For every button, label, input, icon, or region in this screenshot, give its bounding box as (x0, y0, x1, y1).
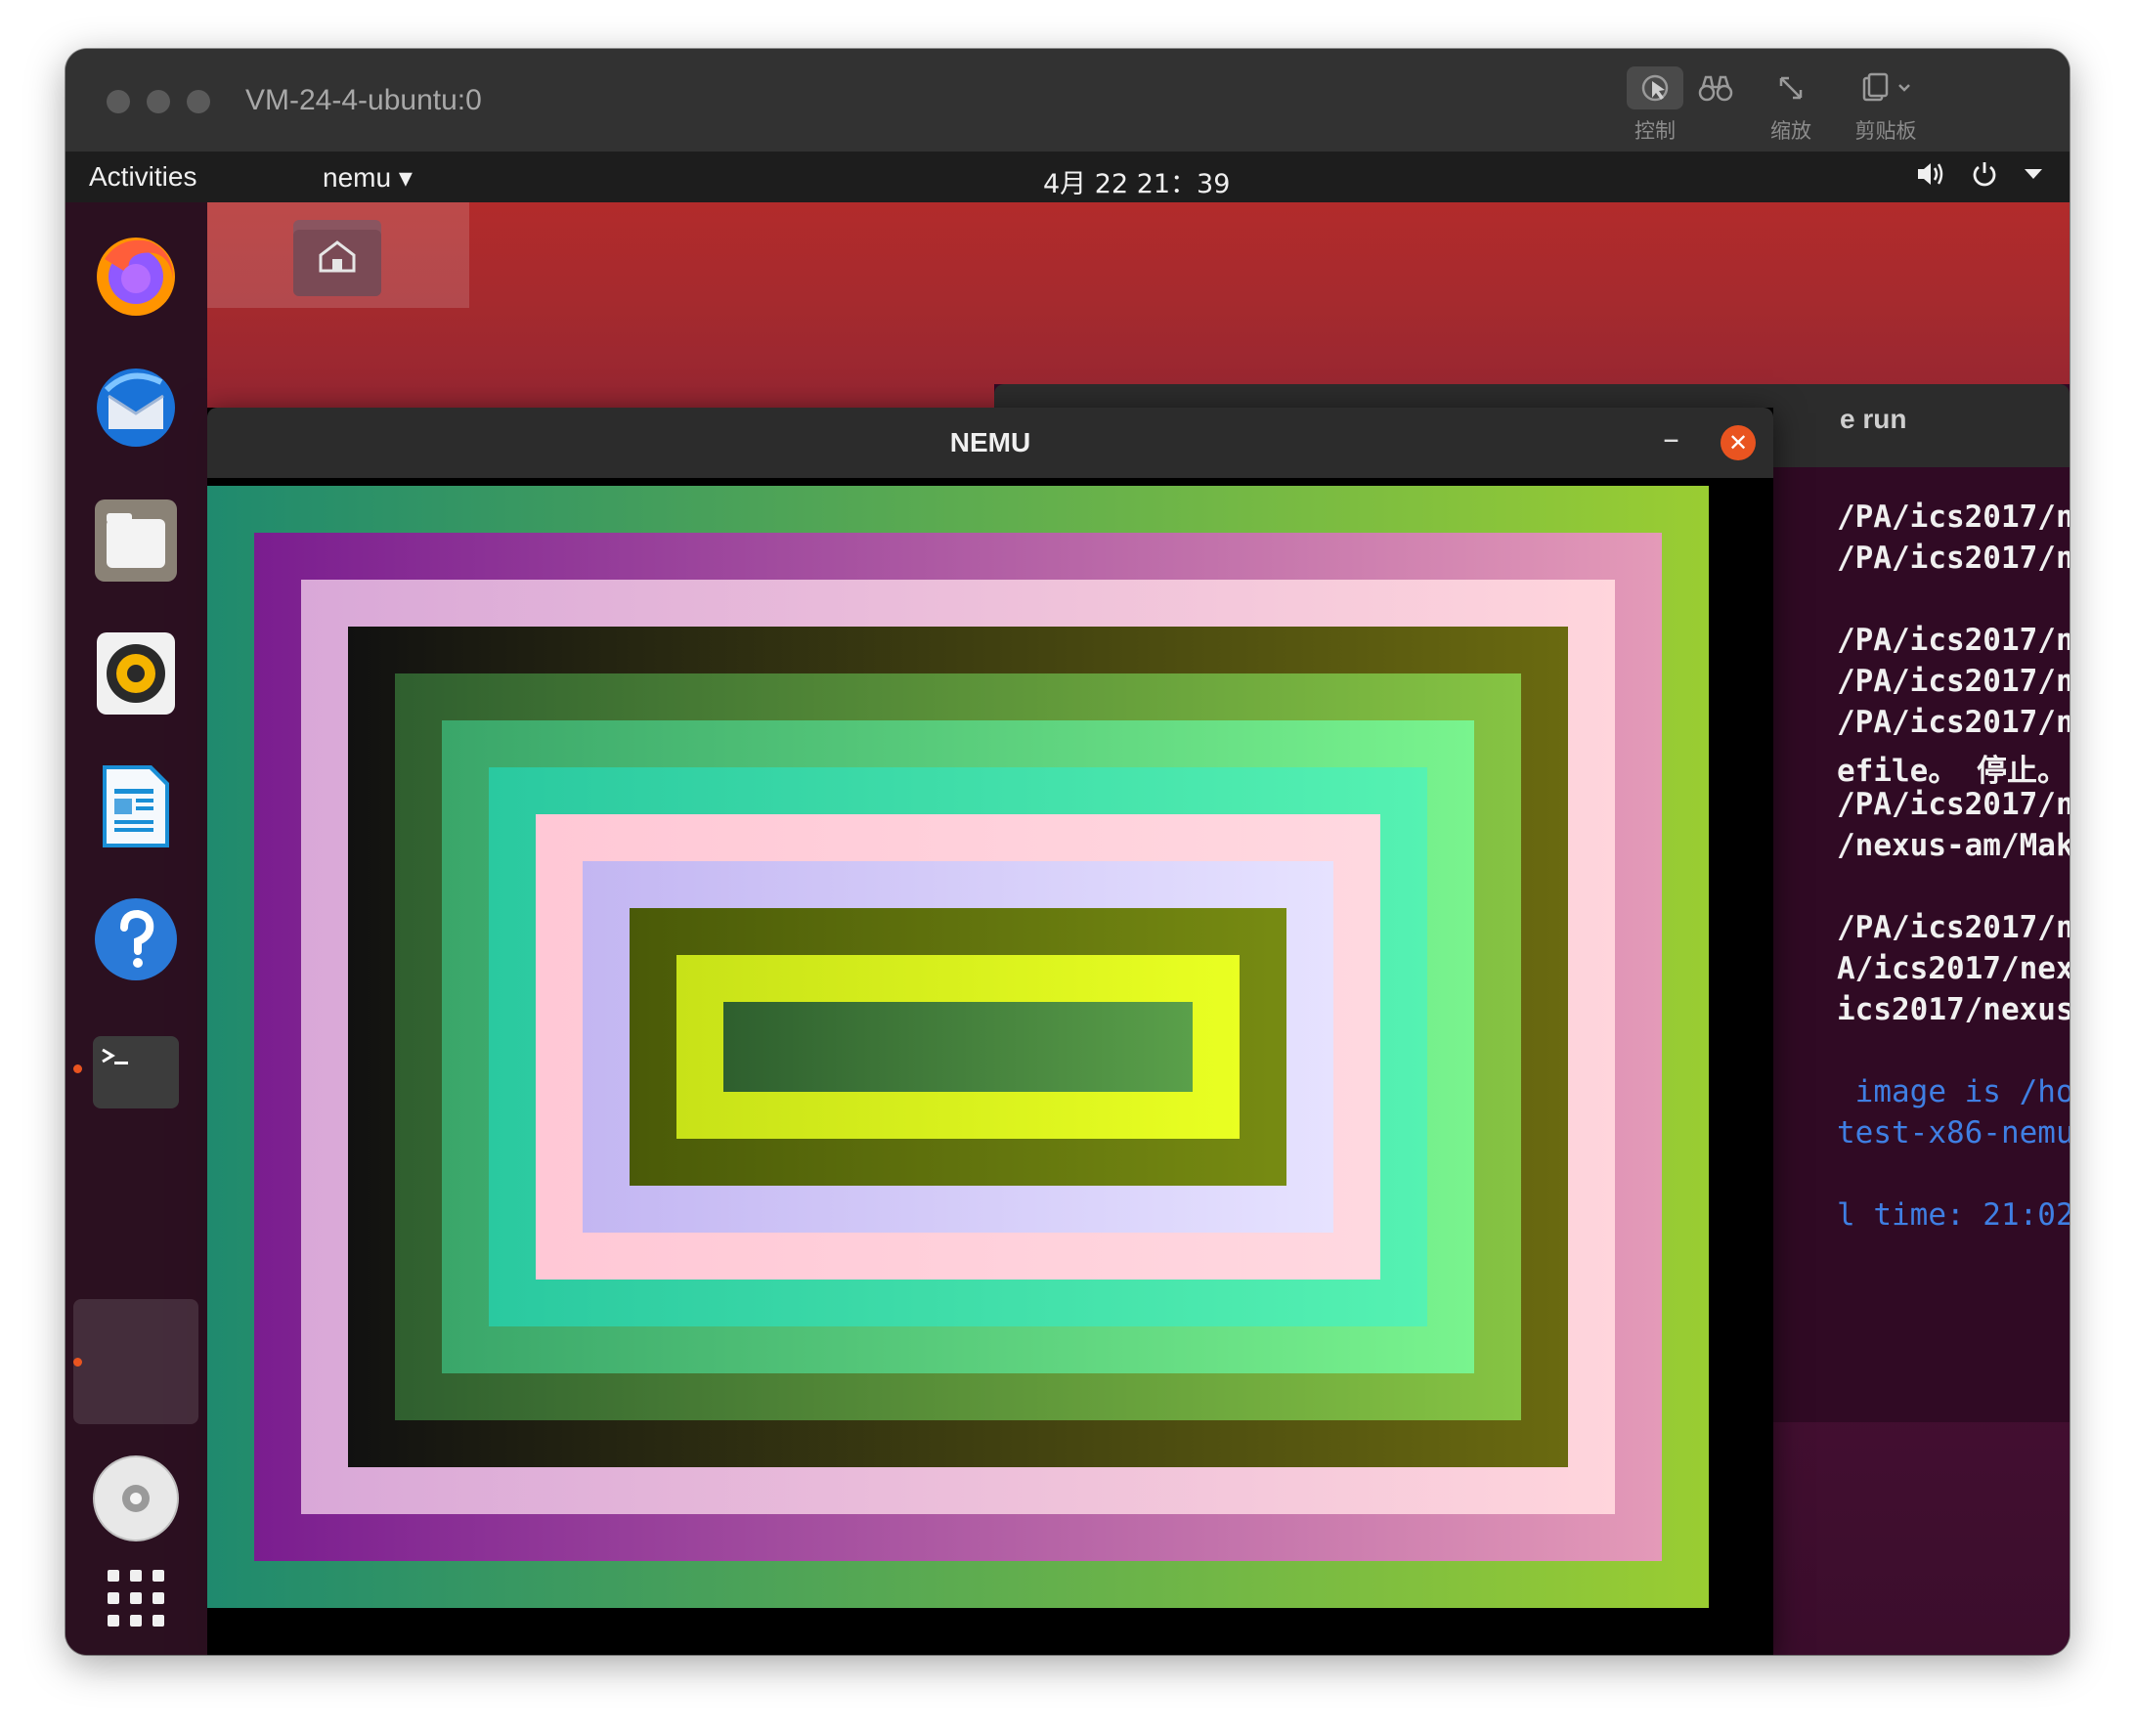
help-icon (95, 898, 177, 980)
app-menu-button[interactable]: nemu ▾ (323, 161, 413, 194)
minimize-button[interactable]: – (1663, 419, 1679, 458)
home-folder-desktop-icon[interactable] (207, 202, 469, 308)
nemu-title: NEMU (949, 427, 1031, 457)
host-window-title: VM-24-4-ubuntu:0 (245, 84, 482, 116)
libreoffice-writer-icon (103, 765, 169, 847)
thunderbird-launcher[interactable] (89, 361, 183, 455)
test-pattern-band (723, 1002, 1193, 1092)
terminal-title: e run (1840, 404, 1907, 434)
home-folder-icon (293, 220, 381, 296)
scale-button[interactable]: 缩放 (1752, 66, 1830, 145)
dvd-icon (93, 1455, 179, 1541)
binoculars-button[interactable] (1677, 66, 1755, 115)
active-app-launcher[interactable] (89, 1315, 183, 1409)
help-launcher[interactable] (89, 892, 183, 986)
terminal-line: efile。 停止。 (1837, 754, 2068, 789)
host-titlebar: VM-24-4-ubuntu:0 控制 缩放 剪贴板 (65, 49, 2070, 152)
files-launcher[interactable] (89, 494, 183, 587)
clipboard-label: 剪贴板 (1854, 119, 1917, 143)
system-tray[interactable] (1915, 159, 2044, 189)
show-applications-button[interactable] (89, 1551, 183, 1645)
dvd-launcher[interactable] (89, 1452, 183, 1545)
terminal-line: A/ics2017/nexus- (1837, 951, 2070, 986)
running-indicator (73, 1064, 82, 1073)
close-traffic-light[interactable] (107, 90, 130, 113)
clock[interactable]: 4月 22 21：39 (1043, 162, 1230, 200)
terminal-line: /PA/ics2017/nexu (1837, 541, 2070, 576)
scale-label: 缩放 (1770, 119, 1811, 143)
nemu-header: NEMU – ✕ (207, 408, 1773, 478)
minimize-traffic-light[interactable] (147, 90, 170, 113)
nemu-window[interactable]: NEMU – ✕ (207, 408, 1773, 1655)
cursor-control-icon (1627, 66, 1683, 109)
running-indicator (73, 1358, 82, 1367)
resize-arrows-icon (1752, 66, 1830, 109)
ubuntu-screen: e run /PA/ics2017/nexu /PA/ics2017/nexu … (65, 152, 2070, 1655)
terminal-line: /PA/ics2017/nexu (1837, 787, 2070, 822)
terminal-line: l time: 21:02:49 (1837, 1197, 2070, 1233)
thunderbird-icon (97, 369, 175, 447)
terminal-line: ics2017/nexus-am (1837, 992, 2070, 1027)
firefox-icon (97, 238, 175, 316)
terminal-launcher[interactable] (89, 1025, 183, 1119)
terminal-icon (93, 1036, 179, 1108)
clipboard-icon (1837, 66, 1935, 109)
close-button[interactable]: ✕ (1721, 425, 1756, 460)
clipboard-button[interactable]: 剪贴板 (1837, 66, 1935, 145)
volume-icon (1918, 163, 1943, 185)
rhythmbox-launcher[interactable] (89, 627, 183, 720)
power-icon (1973, 162, 1996, 187)
dock (65, 202, 207, 1655)
binoculars-icon (1677, 66, 1755, 109)
gnome-top-bar: Activities nemu ▾ 4月 22 21：39 (65, 152, 2070, 202)
show-applications-icon (108, 1570, 164, 1627)
activities-button[interactable]: Activities (89, 161, 196, 193)
terminal-line: /PA/ics2017/nexu (1837, 499, 2070, 535)
firefox-launcher[interactable] (89, 228, 183, 322)
files-icon (95, 499, 177, 582)
writer-launcher[interactable] (89, 760, 183, 853)
terminal-line: /PA/ics2017/nemu (1837, 910, 2070, 945)
chevron-down-icon (2025, 169, 2042, 179)
terminal-line: image is /home/ (1854, 1074, 2070, 1109)
terminal-line: /PA/ics2017/nexu (1837, 623, 2070, 658)
terminal-line: /PA/ics2017/nexu (1837, 705, 2070, 740)
rhythmbox-icon (97, 632, 175, 715)
zoom-traffic-light[interactable] (187, 90, 210, 113)
terminal-line: /nexus-am/Makefi (1837, 828, 2070, 863)
terminal-line: /PA/ics2017/nexu (1837, 664, 2070, 699)
host-vnc-window: VM-24-4-ubuntu:0 控制 缩放 剪贴板 e run /PA/ics… (65, 49, 2070, 1655)
control-label: 控制 (1634, 119, 1676, 143)
terminal-line: test-x86-nemu.bi (1837, 1115, 2070, 1150)
nemu-display-canvas (207, 478, 1773, 1655)
